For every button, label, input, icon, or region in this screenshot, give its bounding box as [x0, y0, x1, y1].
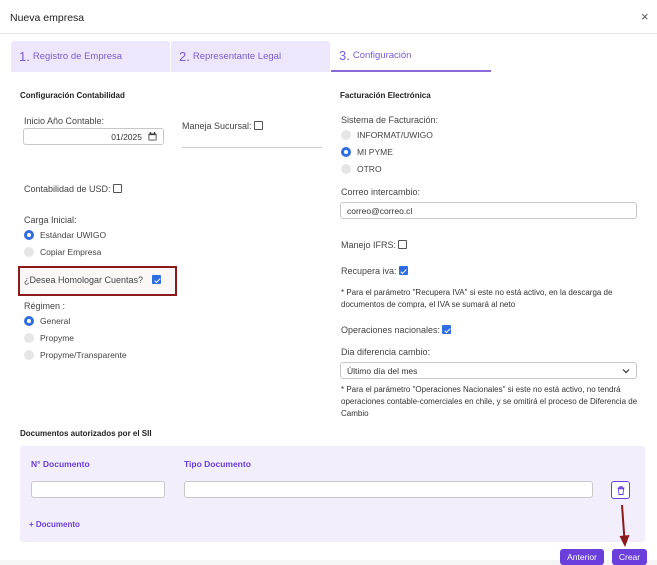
recupera-iva-note: * Para el parámetro "Recupera IVA" si es…	[341, 288, 613, 309]
radio-unselected[interactable]	[24, 247, 34, 257]
correo-intercambio-value: correo@correo.cl	[347, 205, 413, 216]
maneja-sucursal-checkbox[interactable]	[253, 121, 263, 130]
sistema-option-otro[interactable]: OTRO	[341, 163, 382, 175]
recupera-iva-checkbox[interactable]	[398, 266, 408, 275]
modal-title: Nueva empresa	[10, 12, 85, 24]
radio-unselected[interactable]	[341, 164, 351, 174]
section-title-contabilidad: Configuración Contabilidad	[20, 91, 125, 100]
tab-label: Representante Legal	[192, 51, 282, 62]
anterior-button[interactable]: Anterior	[560, 549, 604, 565]
inicio-anio-input[interactable]: 01/2025	[23, 128, 164, 145]
carga-option-estandar[interactable]: Estándar UWIGO	[24, 229, 106, 241]
tab-configuracion[interactable]: 3. Configuración	[331, 41, 491, 72]
tab-label: Configuración	[352, 50, 412, 61]
sucursal-divider	[182, 147, 322, 148]
annotation-arrow-icon	[619, 504, 630, 547]
maneja-sucursal-label: Maneja Sucursal:	[182, 121, 263, 131]
dia-diferencia-select[interactable]: Último día del mes	[340, 362, 637, 379]
contabilidad-usd-checkbox[interactable]	[112, 184, 122, 193]
delete-row-button[interactable]	[611, 481, 630, 499]
radio-selected[interactable]	[341, 147, 351, 157]
tab-number: 1.	[19, 49, 30, 64]
dia-diferencia-value: Último día del mes	[347, 365, 418, 376]
recupera-iva-label: Recupera iva:	[341, 266, 408, 276]
correo-intercambio-input[interactable]: correo@correo.cl	[340, 202, 637, 219]
contabilidad-usd-label: Contabilidad de USD:	[24, 184, 122, 194]
manejo-ifrs-checkbox[interactable]	[398, 240, 408, 249]
regimen-option-propyme[interactable]: Propyme	[24, 332, 74, 344]
homologar-checkbox-wrap	[152, 275, 161, 285]
numero-documento-input[interactable]	[31, 481, 165, 498]
dia-diferencia-label: Dia diferencia cambio:	[341, 347, 431, 357]
operaciones-nacionales-label: Operaciones nacionales:	[341, 325, 452, 335]
tab-representante-legal[interactable]: 2. Representante Legal	[171, 41, 330, 72]
carga-option-copiar[interactable]: Copiar Empresa	[24, 246, 101, 258]
tab-registro-empresa[interactable]: 1. Registro de Empresa	[11, 41, 170, 72]
tipo-documento-input[interactable]	[184, 481, 593, 498]
sistema-facturacion-label: Sistema de Facturación:	[341, 115, 439, 125]
section-title-facturacion: Facturación Electrónica	[340, 91, 431, 100]
footer-band	[0, 560, 657, 565]
inicio-anio-value: 01/2025	[111, 131, 142, 142]
regimen-label: Régimen :	[24, 301, 66, 311]
radio-selected[interactable]	[24, 230, 34, 240]
sistema-option-informat[interactable]: INFORMAT/UWIGO	[341, 129, 433, 141]
sistema-option-mipyme[interactable]: MI PYME	[341, 146, 393, 158]
homologar-checkbox[interactable]	[152, 275, 161, 284]
radio-selected[interactable]	[24, 316, 34, 326]
close-icon[interactable]: ×	[641, 9, 649, 24]
calendar-icon[interactable]	[148, 132, 157, 141]
section-title-documentos: Documentos autorizados por el SII	[20, 429, 152, 438]
inicio-anio-label: Inicio Año Contable:	[24, 116, 105, 126]
radio-unselected[interactable]	[341, 130, 351, 140]
regimen-option-transparente[interactable]: Propyme/Transparente	[24, 349, 127, 361]
tab-number: 2.	[179, 49, 190, 64]
homologar-label: ¿Desea Homologar Cuentas?	[24, 275, 144, 285]
operaciones-nacionales-checkbox[interactable]	[442, 325, 452, 334]
header-divider	[0, 33, 657, 34]
add-documento-link[interactable]: + Documento	[29, 520, 80, 529]
col-header-tipo: Tipo Documento	[184, 459, 251, 469]
operaciones-nacionales-note: * Para el parámetro "Operaciones Naciona…	[341, 385, 638, 418]
radio-unselected[interactable]	[24, 350, 34, 360]
col-header-numero: N° Documento	[31, 459, 90, 469]
crear-button[interactable]: Crear	[612, 549, 647, 565]
carga-inicial-label: Carga Inicial:	[24, 215, 77, 225]
tab-number: 3.	[339, 48, 350, 63]
trash-icon	[617, 485, 624, 495]
chevron-down-icon	[622, 368, 630, 373]
radio-unselected[interactable]	[24, 333, 34, 343]
manejo-ifrs-label: Manejo IFRS:	[341, 240, 408, 250]
regimen-option-general[interactable]: General	[24, 315, 70, 327]
tab-label: Registro de Empresa	[32, 51, 123, 62]
correo-intercambio-label: Correo intercambio:	[341, 187, 421, 197]
